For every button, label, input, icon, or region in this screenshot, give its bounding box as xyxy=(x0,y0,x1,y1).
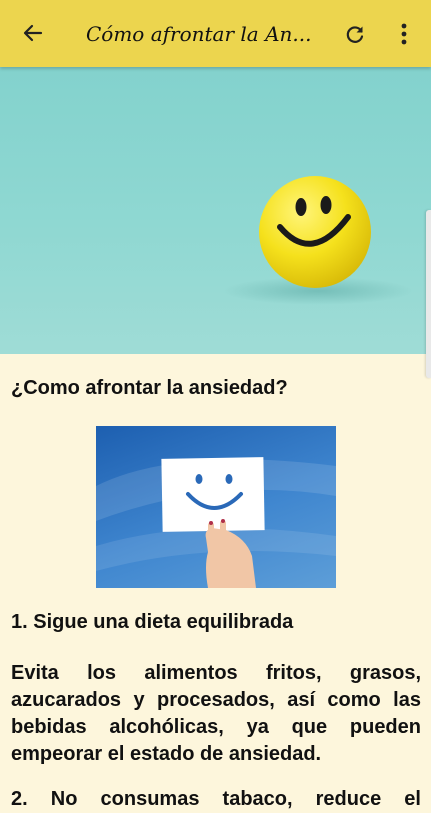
article-heading: ¿Como afrontar la ansiedad? xyxy=(11,377,288,399)
more-options-button[interactable] xyxy=(392,19,416,49)
scroll-handle[interactable] xyxy=(426,210,431,378)
back-button[interactable] xyxy=(18,18,48,48)
section-paragraph: Evita los alimentos fritos, grasos, azuc… xyxy=(11,662,421,765)
refresh-button[interactable] xyxy=(340,19,370,49)
arrow-left-icon xyxy=(23,24,43,42)
more-vertical-icon xyxy=(401,23,407,45)
refresh-icon xyxy=(346,26,364,43)
app-bar-title: Cómo afrontar la An... xyxy=(86,22,312,46)
hero-image-smiley-ball xyxy=(0,67,431,354)
smiley-paper-image xyxy=(96,426,336,588)
section-title: 1. Sigue una dieta equilibrada xyxy=(11,611,294,633)
app-bar: Cómo afrontar la An... xyxy=(0,0,431,67)
